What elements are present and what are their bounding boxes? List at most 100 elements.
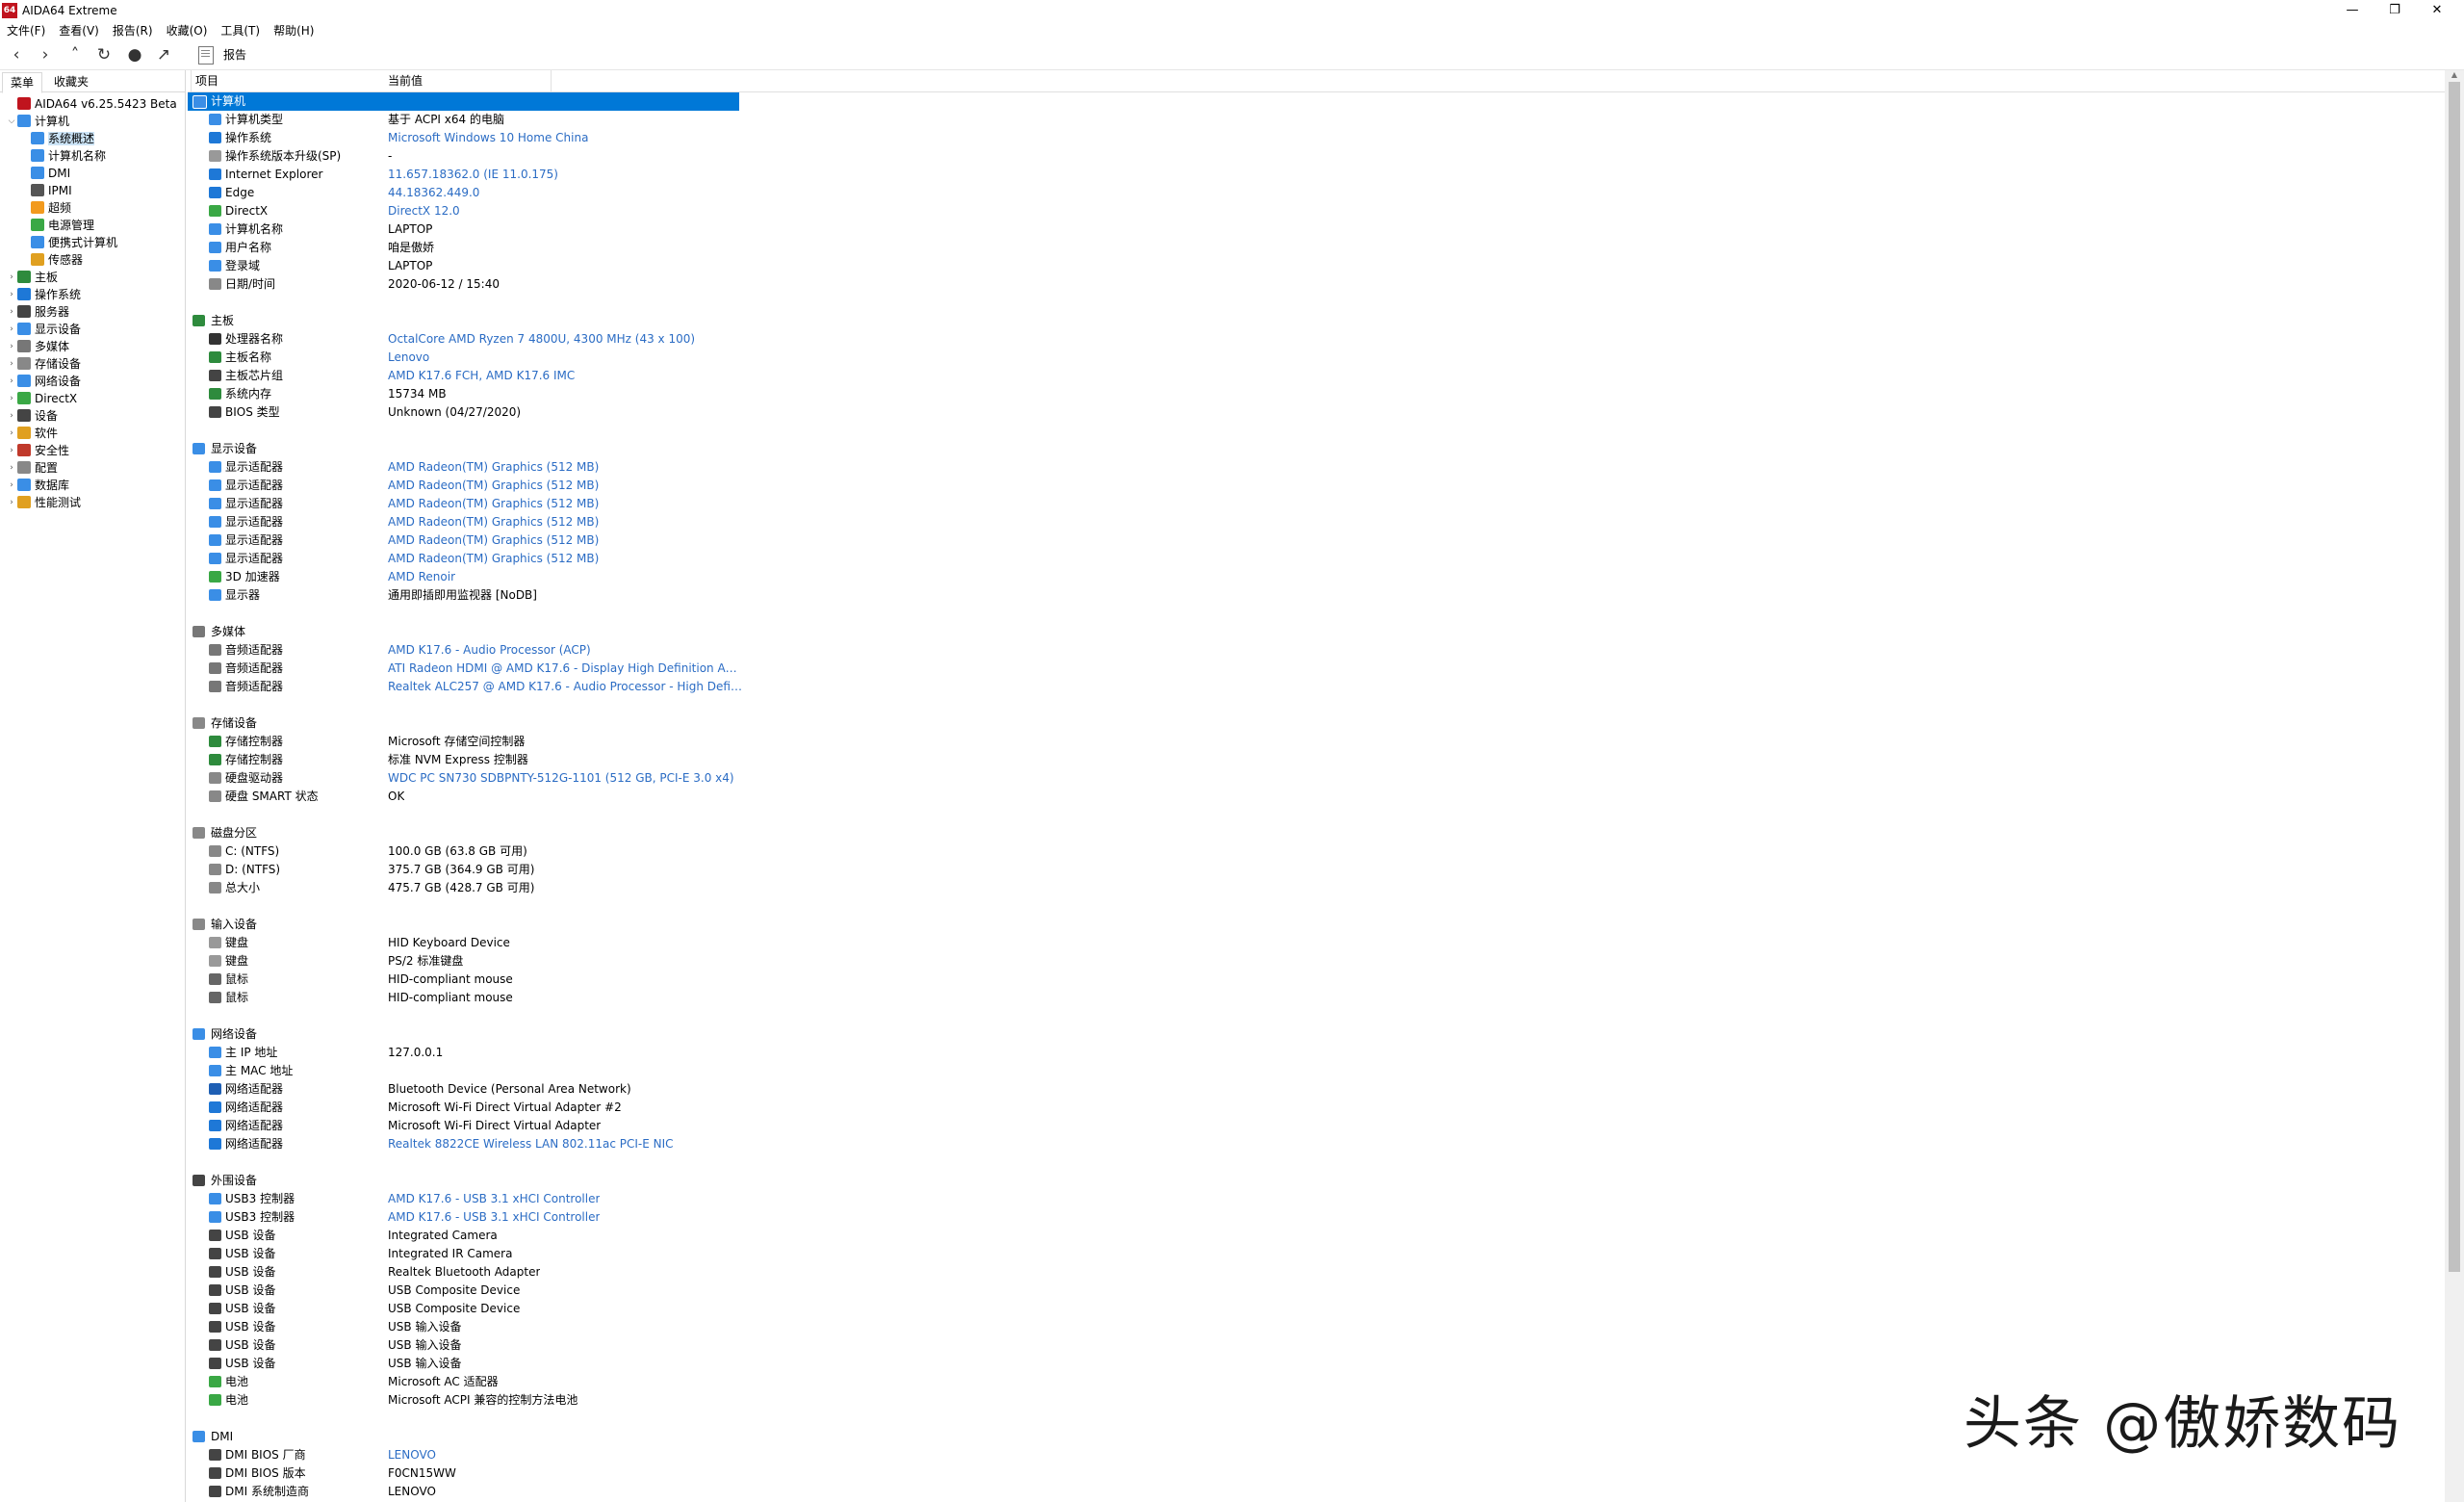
menu-file[interactable]: 文件(F): [0, 21, 52, 40]
section-header[interactable]: 多媒体: [188, 623, 2445, 641]
expand-toggle-icon[interactable]: ›: [6, 355, 17, 373]
tree-item[interactable]: › 设备: [6, 407, 58, 425]
table-row[interactable]: 键盘 PS/2 标准键盘: [188, 952, 2445, 971]
column-value-header[interactable]: 当前值: [388, 70, 423, 91]
minimize-button[interactable]: —: [2333, 0, 2372, 21]
item-value-link[interactable]: AMD K17.6 - USB 3.1 xHCI Controller: [388, 1208, 600, 1227]
section-header[interactable]: 外围设备: [188, 1172, 2445, 1190]
item-value-link[interactable]: AMD Radeon(TM) Graphics (512 MB): [388, 495, 599, 513]
table-row[interactable]: 操作系统 Microsoft Windows 10 Home China: [188, 129, 2445, 147]
tree-item[interactable]: › 服务器: [6, 303, 69, 321]
expand-toggle-icon[interactable]: ›: [6, 407, 17, 425]
menu-view[interactable]: 查看(V): [52, 21, 106, 40]
table-row[interactable]: 音频适配器 ATI Radeon HDMI @ AMD K17.6 - Displ…: [188, 660, 2445, 678]
table-row[interactable]: USB 设备 USB Composite Device: [188, 1282, 2445, 1300]
table-row[interactable]: 硬盘 SMART 状态 OK: [188, 788, 2445, 806]
table-row[interactable]: 登录域 LAPTOP: [188, 257, 2445, 275]
table-row[interactable]: 计算机名称 LAPTOP: [188, 220, 2445, 239]
table-row[interactable]: USB 设备 USB 输入设备: [188, 1318, 2445, 1336]
tree-item[interactable]: 便携式计算机: [31, 234, 117, 251]
tree-item[interactable]: DMI: [31, 165, 70, 182]
item-value-link[interactable]: OctalCore AMD Ryzen 7 4800U, 4300 MHz (4…: [388, 330, 695, 349]
menu-report[interactable]: 报告(R): [106, 21, 160, 40]
table-row[interactable]: 显示适配器 AMD Radeon(TM) Graphics (512 MB): [188, 550, 2445, 568]
report-button-label[interactable]: 报告: [223, 46, 246, 64]
item-value-link[interactable]: AMD Radeon(TM) Graphics (512 MB): [388, 550, 599, 568]
item-value-link[interactable]: 11.657.18362.0 (IE 11.0.175): [388, 166, 558, 184]
item-value-link[interactable]: DirectX 12.0: [388, 202, 460, 220]
table-row[interactable]: 计算机类型 基于 ACPI x64 的电脑: [188, 111, 2445, 129]
table-row[interactable]: 硬盘驱动器 WDC PC SN730 SDBPNTY-512G-1101 (512…: [188, 769, 2445, 788]
tree-item[interactable]: › 多媒体: [6, 338, 69, 355]
back-icon[interactable]: ‹: [5, 44, 28, 65]
section-header[interactable]: 主板: [188, 312, 2445, 330]
table-row[interactable]: DMI BIOS 版本 F0CN15WW: [188, 1464, 2445, 1483]
expand-toggle-icon[interactable]: ›: [6, 269, 17, 286]
tree-item[interactable]: › 操作系统: [6, 286, 81, 303]
table-row[interactable]: USB 设备 USB 输入设备: [188, 1355, 2445, 1373]
scrollbar-thumb[interactable]: [2449, 82, 2460, 1272]
report-icon[interactable]: [198, 46, 214, 65]
item-value-link[interactable]: ATI Radeon HDMI @ AMD K17.6 - Display Hi…: [388, 660, 744, 678]
chart-icon[interactable]: ↗: [152, 44, 175, 65]
table-row[interactable]: 主 MAC 地址: [188, 1062, 2445, 1080]
column-divider[interactable]: [191, 70, 192, 91]
tree-item[interactable]: › 显示设备: [6, 321, 81, 338]
table-row[interactable]: USB3 控制器 AMD K17.6 - USB 3.1 xHCI Control…: [188, 1208, 2445, 1227]
tree-item[interactable]: › DirectX: [6, 390, 77, 407]
table-row[interactable]: 键盘 HID Keyboard Device: [188, 934, 2445, 952]
table-row[interactable]: 主板名称 Lenovo: [188, 349, 2445, 367]
table-row[interactable]: USB3 控制器 AMD K17.6 - USB 3.1 xHCI Control…: [188, 1190, 2445, 1208]
tree-item[interactable]: › 软件: [6, 425, 58, 442]
table-row[interactable]: 网络适配器 Microsoft Wi-Fi Direct Virtual Adap…: [188, 1117, 2445, 1135]
expand-toggle-icon[interactable]: ›: [6, 286, 17, 303]
table-row[interactable]: 日期/时间 2020-06-12 / 15:40: [188, 275, 2445, 294]
table-row[interactable]: 操作系统版本升级(SP) -: [188, 147, 2445, 166]
table-row[interactable]: 存储控制器 Microsoft 存储空间控制器: [188, 733, 2445, 751]
menu-tools[interactable]: 工具(T): [214, 21, 267, 40]
table-row[interactable]: USB 设备 USB 输入设备: [188, 1336, 2445, 1355]
column-item-header[interactable]: 项目: [195, 70, 218, 91]
section-header[interactable]: 磁盘分区: [188, 824, 2445, 842]
section-header[interactable]: 存储设备: [188, 714, 2445, 733]
expand-toggle-icon[interactable]: ›: [6, 425, 17, 442]
item-value-link[interactable]: LENOVO: [388, 1446, 436, 1464]
user-icon[interactable]: ●: [123, 44, 146, 65]
table-row[interactable]: 总大小 475.7 GB (428.7 GB 可用): [188, 879, 2445, 897]
tree-item[interactable]: › 存储设备: [6, 355, 81, 373]
scroll-up-icon[interactable]: ▲: [2445, 70, 2464, 82]
expand-toggle-icon[interactable]: ⌵: [6, 113, 17, 130]
expand-toggle-icon[interactable]: ›: [6, 321, 17, 338]
table-row[interactable]: 鼠标 HID-compliant mouse: [188, 971, 2445, 989]
table-row[interactable]: Internet Explorer 11.657.18362.0 (IE 11.0…: [188, 166, 2445, 184]
section-header[interactable]: 显示设备: [188, 440, 2445, 458]
item-value-link[interactable]: Lenovo: [388, 349, 429, 367]
table-row[interactable]: 主 IP 地址 127.0.0.1: [188, 1044, 2445, 1062]
maximize-button[interactable]: ❐: [2375, 0, 2414, 21]
item-value-link[interactable]: AMD Radeon(TM) Graphics (512 MB): [388, 531, 599, 550]
tree-item[interactable]: 超频: [31, 199, 71, 217]
item-value-link[interactable]: 44.18362.449.0: [388, 184, 479, 202]
tree-item[interactable]: 系统概述: [31, 130, 95, 147]
item-value-link[interactable]: AMD K17.6 - Audio Processor (ACP): [388, 641, 591, 660]
table-row[interactable]: 处理器名称 OctalCore AMD Ryzen 7 4800U, 4300 M…: [188, 330, 2445, 349]
expand-toggle-icon[interactable]: ›: [6, 338, 17, 355]
table-row[interactable]: 用户名称 咱是傲娇: [188, 239, 2445, 257]
item-value-link[interactable]: WDC PC SN730 SDBPNTY-512G-1101 (512 GB, …: [388, 769, 734, 788]
tree-item[interactable]: › 主板: [6, 269, 58, 286]
item-value-link[interactable]: AMD Radeon(TM) Graphics (512 MB): [388, 458, 599, 477]
table-row[interactable]: BIOS 类型 Unknown (04/27/2020): [188, 403, 2445, 422]
table-row[interactable]: USB 设备 Integrated Camera: [188, 1227, 2445, 1245]
expand-toggle-icon[interactable]: ›: [6, 442, 17, 459]
expand-toggle-icon[interactable]: ›: [6, 459, 17, 477]
item-value-link[interactable]: Realtek 8822CE Wireless LAN 802.11ac PCI…: [388, 1135, 674, 1153]
tree-item[interactable]: › 网络设备: [6, 373, 81, 390]
tree-item[interactable]: 传感器: [31, 251, 83, 269]
tree-item[interactable]: › 安全性: [6, 442, 69, 459]
tree-item[interactable]: IPMI: [31, 182, 72, 199]
tab-menu[interactable]: 菜单: [2, 72, 43, 93]
table-row[interactable]: DirectX DirectX 12.0: [188, 202, 2445, 220]
section-header[interactable]: 网络设备: [188, 1025, 2445, 1044]
refresh-icon[interactable]: ↻: [92, 44, 116, 65]
table-row[interactable]: 显示器 通用即插即用监视器 [NoDB]: [188, 586, 2445, 605]
